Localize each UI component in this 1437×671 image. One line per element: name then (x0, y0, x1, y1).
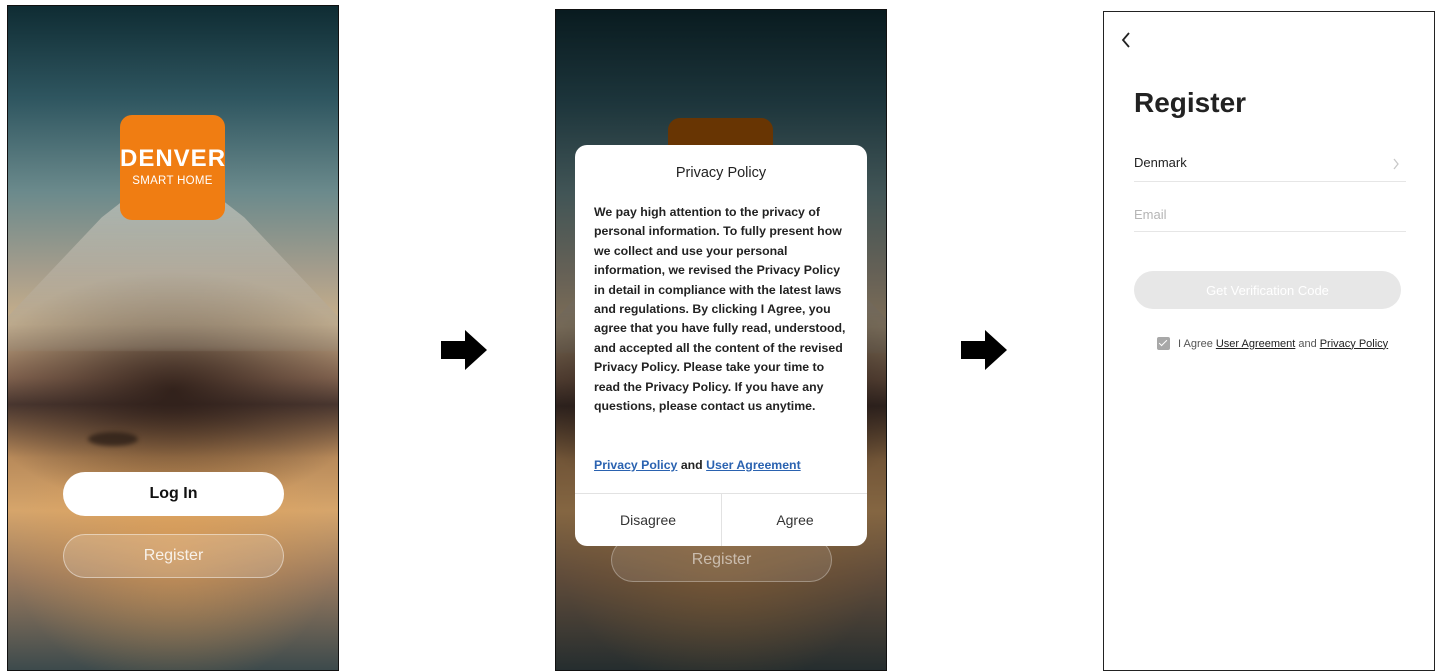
arrow-right-icon (961, 330, 1007, 370)
country-selector[interactable]: Denmark (1134, 153, 1406, 181)
register-screen: Register Denmark Get Verification Code I… (1103, 11, 1435, 671)
agree-conjunction: and (1298, 337, 1317, 350)
privacy-policy-dialog: Privacy Policy We pay high attention to … (575, 145, 867, 546)
boat-silhouette (88, 432, 138, 446)
privacy-policy-link[interactable]: Privacy Policy (594, 458, 677, 472)
links-conjunction: and (680, 458, 703, 472)
disagree-button[interactable]: Disagree (575, 494, 721, 546)
page-title: Register (1134, 87, 1247, 118)
country-value: Denmark (1134, 155, 1187, 170)
privacy-policy-link[interactable]: Privacy Policy (1320, 338, 1388, 350)
login-button[interactable]: Log In (63, 472, 284, 516)
logo-subtitle-text: SMART HOME (132, 175, 213, 187)
dialog-title: Privacy Policy (675, 165, 767, 181)
divider (1134, 231, 1406, 232)
logo-brand-text: DENVER (120, 145, 227, 172)
register-button[interactable]: Register (63, 534, 284, 578)
tutorial-stage: DENVER SMART HOME Log In Register Regist… (0, 0, 1437, 671)
agree-prefix-text: I Agree (1178, 337, 1213, 350)
user-agreement-link[interactable]: User Agreement (1216, 338, 1295, 350)
dialog-links: Privacy Policy and User Agreement (594, 458, 801, 472)
chevron-right-icon (1393, 158, 1399, 170)
agree-checkbox[interactable] (1157, 337, 1170, 350)
email-field[interactable] (1134, 202, 1406, 226)
divider (1134, 181, 1406, 182)
dialog-body-text: We pay high attention to the privacy of … (594, 205, 846, 414)
agreement-row: I Agree User Agreement and Privacy Polic… (1157, 337, 1388, 350)
get-verification-code-button[interactable]: Get Verification Code (1134, 271, 1401, 309)
back-arrow-icon[interactable] (1118, 28, 1134, 52)
user-agreement-link[interactable]: User Agreement (706, 458, 801, 472)
arrow-right-icon (441, 330, 487, 370)
welcome-screen: DENVER SMART HOME Log In Register (7, 5, 339, 671)
app-logo: DENVER SMART HOME (120, 115, 225, 220)
privacy-dialog-screen: Register Privacy Policy We pay high atte… (555, 9, 887, 671)
agree-button[interactable]: Agree (722, 494, 867, 546)
